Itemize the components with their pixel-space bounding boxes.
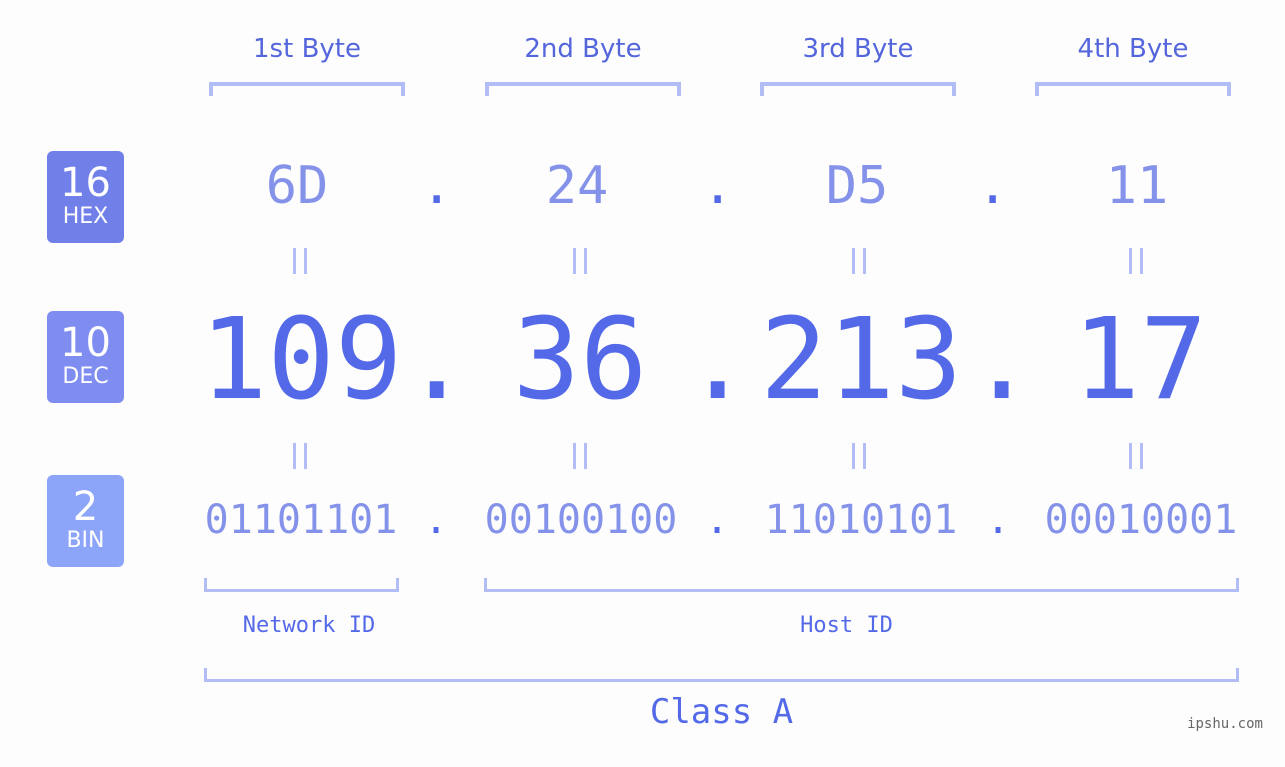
dec-separator-3: . <box>968 295 1036 425</box>
class-label: Class A <box>649 692 794 732</box>
byte-header-3: 3rd Byte <box>802 34 914 64</box>
bin-byte-2: 00100100 <box>484 497 678 543</box>
equals-icon <box>852 248 866 274</box>
bin-byte-4: 00010001 <box>1044 497 1238 543</box>
hex-separator-1: . <box>421 156 453 216</box>
bin-separator-2: . <box>704 497 730 543</box>
hex-byte-4: 11 <box>1105 156 1169 216</box>
network-id-label: Network ID <box>242 613 376 638</box>
hex-separator-2: . <box>702 156 734 216</box>
dec-byte-3: 213 <box>760 295 963 425</box>
bin-separator-1: . <box>423 497 449 543</box>
host-id-label: Host ID <box>800 613 893 638</box>
byte-header-4: 4th Byte <box>1077 34 1189 64</box>
byte-bracket-2 <box>485 82 681 96</box>
bin-separator-3: . <box>985 497 1011 543</box>
class-bracket <box>204 668 1239 682</box>
dec-byte-4: 17 <box>1072 295 1208 425</box>
hex-byte-3: D5 <box>825 156 889 216</box>
hex-byte-1: 6D <box>265 156 329 216</box>
bin-byte-3: 11010101 <box>764 497 958 543</box>
byte-bracket-4 <box>1035 82 1231 96</box>
equals-icon <box>293 443 307 469</box>
bin-badge-number: 2 <box>72 484 99 530</box>
dec-separator-2: . <box>684 295 752 425</box>
dec-byte-2: 36 <box>512 295 648 425</box>
byte-header-2: 2nd Byte <box>524 34 642 64</box>
equals-icon <box>1129 248 1143 274</box>
network-id-bracket <box>204 578 399 592</box>
watermark: ipshu.com <box>1187 716 1263 732</box>
hex-separator-3: . <box>977 156 1009 216</box>
hex-badge-number: 16 <box>60 160 111 206</box>
hex-badge: 16 HEX <box>47 151 124 243</box>
hex-byte-2: 24 <box>545 156 609 216</box>
equals-icon <box>852 443 866 469</box>
equals-icon <box>1129 443 1143 469</box>
dec-badge: 10 DEC <box>47 311 124 403</box>
equals-icon <box>293 248 307 274</box>
bin-byte-1: 01101101 <box>204 497 398 543</box>
bin-badge-label: BIN <box>66 528 105 553</box>
bin-badge: 2 BIN <box>47 475 124 567</box>
byte-bracket-1 <box>209 82 405 96</box>
hex-badge-label: HEX <box>62 204 109 229</box>
dec-badge-number: 10 <box>60 320 111 366</box>
equals-icon <box>573 443 587 469</box>
dec-badge-label: DEC <box>62 364 109 389</box>
dec-byte-1: 109 <box>200 295 403 425</box>
equals-icon <box>573 248 587 274</box>
byte-header-1: 1st Byte <box>253 34 361 64</box>
dec-separator-1: . <box>403 295 471 425</box>
byte-bracket-3 <box>760 82 956 96</box>
host-id-bracket <box>484 578 1239 592</box>
